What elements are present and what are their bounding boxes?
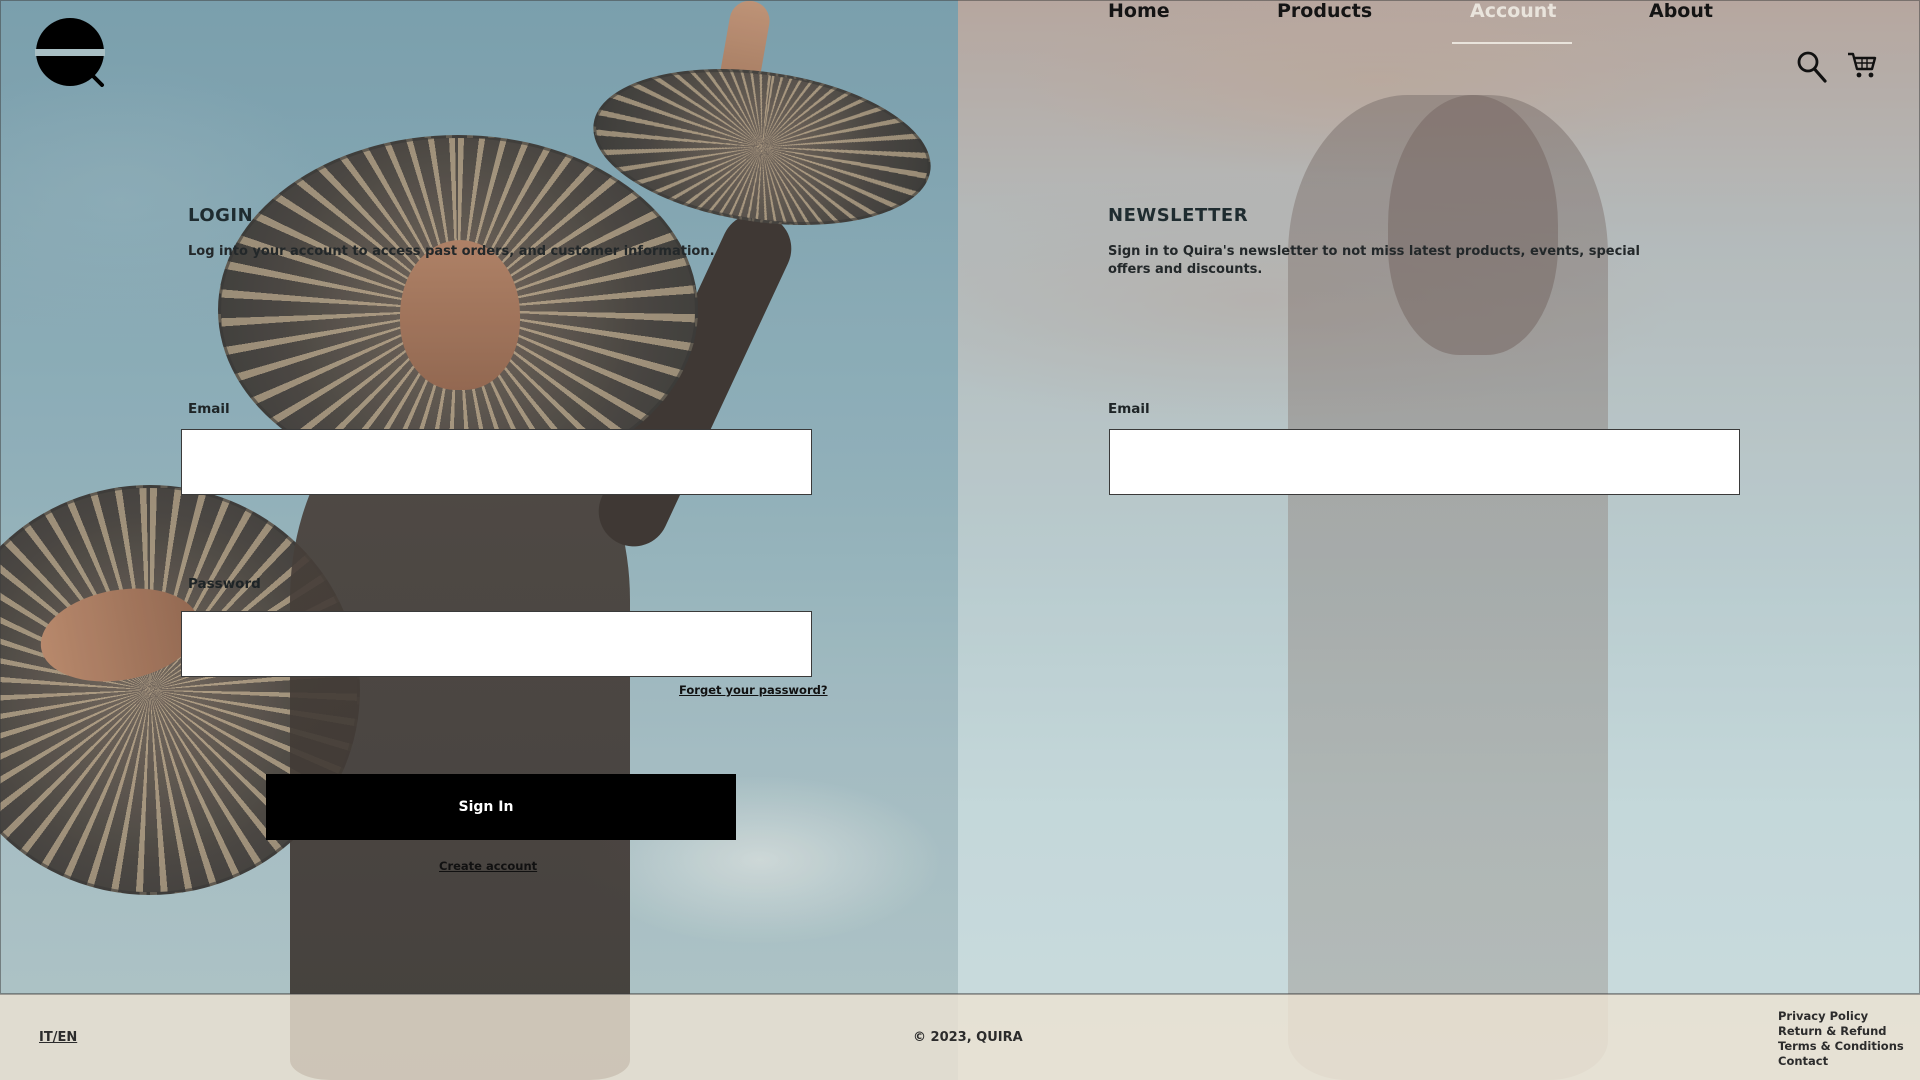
nav-products[interactable]: Products (1277, 0, 1372, 44)
newsletter-email-input[interactable] (1109, 429, 1740, 495)
login-description: Log into your account to access past ord… (188, 244, 715, 259)
newsletter-title: NEWSLETTER (1108, 205, 1249, 226)
nav-about[interactable]: About (1649, 0, 1713, 44)
login-title: LOGIN (188, 205, 254, 226)
sign-in-button[interactable]: Sign In (266, 774, 736, 840)
password-label: Password (188, 576, 261, 592)
nav-home[interactable]: Home (1108, 0, 1170, 44)
search-icon[interactable] (1796, 50, 1832, 86)
newsletter-description: Sign in to Quira's newsletter to not mis… (1108, 244, 1640, 277)
footer-links: Privacy Policy Return & Refund Terms & C… (1778, 1009, 1904, 1069)
password-input[interactable] (181, 611, 812, 677)
create-account-link[interactable]: Create account (439, 859, 537, 873)
footer-link-terms[interactable]: Terms & Conditions (1778, 1039, 1904, 1054)
footer-link-return-refund[interactable]: Return & Refund (1778, 1024, 1904, 1039)
image-overlay (0, 0, 958, 1080)
language-switcher[interactable]: IT/EN (39, 1030, 77, 1045)
forgot-password-link[interactable]: Forget your password? (679, 683, 828, 697)
login-email-label: Email (188, 401, 230, 417)
image-overlay (958, 0, 1920, 1080)
quira-logo-icon[interactable] (35, 17, 105, 87)
nav-account[interactable]: Account (1451, 0, 1573, 44)
cart-icon[interactable] (1846, 50, 1882, 86)
footer-link-privacy[interactable]: Privacy Policy (1778, 1009, 1904, 1024)
footer: IT/EN © 2023, QUIRA Privacy Policy Retur… (0, 994, 1920, 1080)
copyright-text: © 2023, QUIRA (913, 1030, 1023, 1045)
footer-link-contact[interactable]: Contact (1778, 1054, 1904, 1069)
login-email-input[interactable] (181, 429, 812, 495)
newsletter-email-label: Email (1108, 401, 1150, 417)
